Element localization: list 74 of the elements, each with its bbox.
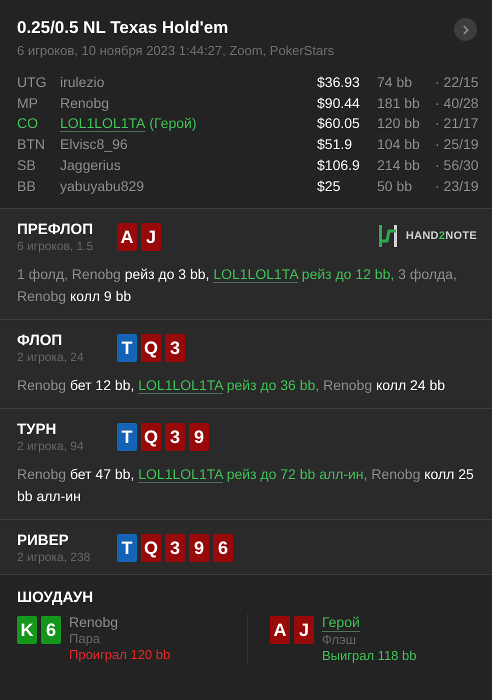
player-stats: · 21/17 xyxy=(435,114,477,134)
playing-card: 6 xyxy=(41,616,61,644)
playing-card: A xyxy=(270,616,290,644)
playing-card: T xyxy=(117,534,137,562)
stack-amount: $36.93 xyxy=(317,73,361,92)
seat-position: BTN xyxy=(17,135,46,154)
hand-result: Проиграл 120 bb xyxy=(69,647,170,664)
stack-bb: 181 bb xyxy=(377,94,421,113)
playing-card: T xyxy=(117,334,137,362)
street-info: 2 игрока, 94 xyxy=(17,439,85,454)
seat-position: MP xyxy=(17,94,39,113)
playing-card: J xyxy=(294,616,314,644)
hand-combination: Пара xyxy=(69,630,102,648)
player-name: Elvisc8_96 xyxy=(60,136,128,152)
playing-card: 6 xyxy=(213,534,233,562)
hand-result: Выиграл 118 bb xyxy=(322,648,416,665)
player-link[interactable]: LOL1LOL1TA xyxy=(138,466,223,484)
playing-card: Q xyxy=(141,334,161,362)
player-stats: · 23/19 xyxy=(435,176,477,196)
seat-position: SB xyxy=(17,156,37,175)
playing-card: T xyxy=(117,423,137,452)
player-stats: · 40/28 xyxy=(435,94,477,113)
street-name: ПРЕФЛОП xyxy=(17,221,94,238)
stack-amount: $25 xyxy=(317,176,342,196)
stack-bb: 104 bb xyxy=(377,135,421,154)
street-info: 2 игрока, 238 xyxy=(17,550,92,564)
logo-text: HAND2NOTE xyxy=(406,230,477,242)
stack-bb: 74 bb xyxy=(377,73,414,92)
stack-amount: $106.9 xyxy=(317,156,361,175)
action-text: Renobg бет 12 bb, LOL1LOL1TA рейз до 36 bb, Renobg колл 24 bb xyxy=(17,376,446,396)
street-name: ТУРН xyxy=(17,421,58,438)
player-stats: · 25/19 xyxy=(435,135,477,154)
street-info: 2 игрока, 24 xyxy=(17,350,85,364)
playing-card: 9 xyxy=(189,534,209,562)
seat-position: CO xyxy=(17,114,39,134)
seat-position: BB xyxy=(17,176,37,196)
stack-amount: $90.44 xyxy=(317,94,361,113)
player-name: yabuyabu829 xyxy=(60,178,144,194)
showdown-title: ШОУДАУН xyxy=(17,589,94,606)
playing-card: 3 xyxy=(165,334,185,362)
player-name: Jaggerius xyxy=(60,156,121,173)
playing-card: A xyxy=(117,223,137,252)
hand-title: 0.25/0.5 NL Texas Hold'em xyxy=(17,18,230,38)
playing-card: Q xyxy=(141,534,161,562)
player-name: Renobg xyxy=(69,614,120,631)
player-link[interactable]: LOL1LOL1TA xyxy=(213,266,298,284)
stack-amount: $51.9 xyxy=(317,135,354,154)
action-text: Renobg бет 47 bb, LOL1LOL1TA рейз до 72 bb алл-ин, Renobg колл 25 bb алл-ин xyxy=(17,465,475,506)
playing-card: 3 xyxy=(165,534,185,562)
playing-card: Q xyxy=(141,423,161,452)
player-link[interactable]: LOL1LOL1TA xyxy=(138,377,223,394)
stack-bb: 120 bb xyxy=(377,114,421,134)
hand-combination: Флэш xyxy=(322,632,358,648)
player-name: Renobg xyxy=(60,94,110,111)
next-button[interactable] xyxy=(454,18,477,41)
stack-bb: 50 bb xyxy=(377,176,414,196)
playing-card: K xyxy=(17,616,37,644)
player-name: irulezio xyxy=(60,74,104,90)
action-text: 1 фолд, Renobg рейз до 3 bb, LOL1LOL1TA рейз до 12 bb, 3 фолда, Renobg колл 9 bb xyxy=(17,265,458,306)
street-name: РИВЕР xyxy=(17,532,70,550)
playing-card: 9 xyxy=(189,423,209,452)
player-link[interactable]: LOL1LOL1TA xyxy=(60,115,146,132)
playing-card: J xyxy=(141,223,161,252)
player-link[interactable]: Герой xyxy=(322,614,360,632)
stack-amount: $60.05 xyxy=(317,114,361,134)
street-name: ФЛОП xyxy=(17,332,64,350)
player-stats: · 56/30 xyxy=(435,156,477,175)
street-info: 6 игроков, 1.5 xyxy=(17,239,94,254)
seat-position: UTG xyxy=(17,73,48,92)
stack-bb: 214 bb xyxy=(377,156,421,175)
player-stats: · 22/15 xyxy=(435,73,477,92)
playing-card: 3 xyxy=(165,423,185,452)
hand-subtitle: 6 игроков, 10 ноября 2023 1:44:27, Zoom, PokerStars xyxy=(17,43,334,58)
hero-tag: (Герой) xyxy=(149,115,197,132)
